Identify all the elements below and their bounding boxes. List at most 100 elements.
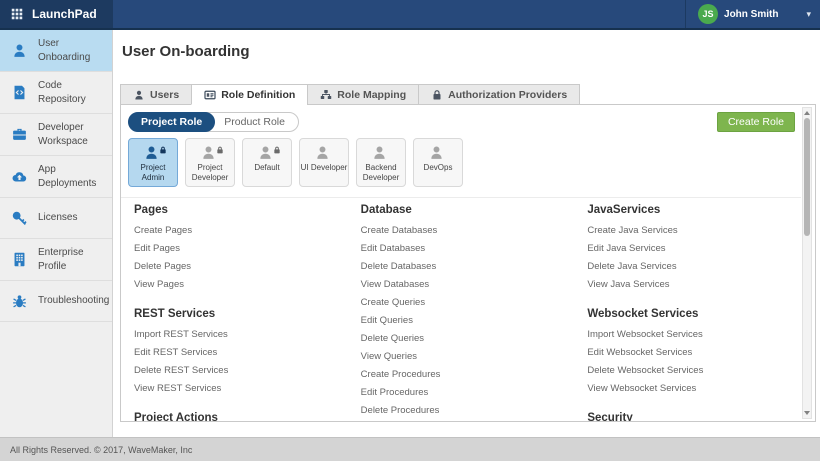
permissions-column-2: DatabaseCreate DatabasesEdit DatabasesDe… xyxy=(348,197,575,421)
permission-item: Edit Databases xyxy=(361,239,575,257)
permission-item: View Queries xyxy=(361,347,575,365)
apps-grid-icon xyxy=(10,7,24,21)
scroll-up-button[interactable] xyxy=(804,111,810,115)
bug-icon xyxy=(0,293,38,310)
permission-item: Delete Pages xyxy=(134,257,348,275)
briefcase-icon xyxy=(0,126,38,143)
main-content: User On-boarding Users Role Definition R… xyxy=(113,30,820,437)
user-icon xyxy=(143,144,160,161)
user-icon xyxy=(314,144,331,161)
tab-bar: Users Role Definition Role Mapping Autho… xyxy=(120,84,579,105)
permission-item: View Java Services xyxy=(587,275,801,293)
tab-users[interactable]: Users xyxy=(120,84,192,105)
code-file-icon xyxy=(0,84,38,101)
tab-label: Role Mapping xyxy=(337,89,406,101)
app-title: LaunchPad xyxy=(32,7,97,21)
permission-item: Edit Procedures xyxy=(361,383,575,401)
tab-role-definition[interactable]: Role Definition xyxy=(191,84,308,105)
scrollbar-thumb[interactable] xyxy=(804,118,810,236)
role-card-label: Default xyxy=(254,163,279,173)
user-icon xyxy=(257,144,274,161)
sidebar-item-label: Developer Workspace xyxy=(38,121,110,148)
sidebar-item-label: Enterprise Profile xyxy=(38,246,110,273)
user-icon xyxy=(371,144,388,161)
role-definition-panel: Project Role Product Role Create Role Pr… xyxy=(120,104,816,422)
role-card-label: DevOps xyxy=(424,163,453,173)
permission-section-title: JavaServices xyxy=(587,204,801,216)
app-logo[interactable]: LaunchPad xyxy=(0,0,113,28)
sidebar-item-app-deployments[interactable]: App Deployments xyxy=(0,156,112,198)
permission-item: Import Websocket Services xyxy=(587,325,801,343)
role-card-devops[interactable]: DevOps xyxy=(413,138,463,187)
permission-item: Create Queries xyxy=(361,293,575,311)
permission-item: Edit Java Services xyxy=(587,239,801,257)
lock-icon xyxy=(273,141,281,159)
sidebar-item-label: User Onboarding xyxy=(38,37,110,64)
building-icon xyxy=(0,251,38,268)
permission-item: View Databases xyxy=(361,275,575,293)
permission-section-title: Security xyxy=(587,412,801,421)
scroll-down-button[interactable] xyxy=(804,411,810,415)
sidebar-item-label: Licenses xyxy=(38,211,79,225)
sidebar-item-user-onboarding[interactable]: User Onboarding xyxy=(0,30,112,72)
vertical-scrollbar[interactable] xyxy=(802,107,812,419)
role-card-label: UI Developer xyxy=(301,163,348,173)
permission-item: Create Java Services xyxy=(587,221,801,239)
page-title: User On-boarding xyxy=(122,43,250,60)
avatar: JS xyxy=(698,4,718,24)
permission-item: Delete REST Services xyxy=(134,361,348,379)
role-card-project-admin[interactable]: Project Admin xyxy=(128,138,178,187)
permission-item: View Pages xyxy=(134,275,348,293)
user-menu[interactable]: JS John Smith ▾ xyxy=(685,0,820,28)
footer: All Rights Reserved. © 2017, WaveMaker, … xyxy=(0,437,820,461)
permission-section-title: Websocket Services xyxy=(587,308,801,320)
sidebar-item-developer-workspace[interactable]: Developer Workspace xyxy=(0,114,112,156)
sidebar-item-licenses[interactable]: Licenses xyxy=(0,198,112,239)
role-card-label: Project Admin xyxy=(129,163,177,183)
cloud-upload-icon xyxy=(0,168,38,185)
permission-item: Edit Websocket Services xyxy=(587,343,801,361)
role-card-backend-developer[interactable]: Backend Developer xyxy=(356,138,406,187)
tab-role-mapping[interactable]: Role Mapping xyxy=(307,84,419,105)
permissions-area: PagesCreate PagesEdit PagesDelete PagesV… xyxy=(121,197,801,421)
sidebar-item-troubleshooting[interactable]: Troubleshooting xyxy=(0,281,112,322)
toggle-project-role[interactable]: Project Role xyxy=(128,112,215,132)
tab-label: Role Definition xyxy=(221,89,295,101)
permissions-column-1: PagesCreate PagesEdit PagesDelete PagesV… xyxy=(121,197,348,421)
user-icon xyxy=(0,42,38,59)
toggle-product-role[interactable]: Product Role xyxy=(203,112,299,132)
permission-section-title: Project Actions xyxy=(134,412,348,421)
permissions-column-3: JavaServices Create Java ServicesEdit Jav… xyxy=(574,197,801,421)
permission-section-title: REST Services xyxy=(134,308,348,320)
permission-item: Edit Pages xyxy=(134,239,348,257)
user-icon xyxy=(133,89,145,101)
lock-icon xyxy=(159,141,167,159)
user-icon xyxy=(200,144,217,161)
permission-item: Create Procedures xyxy=(361,365,575,383)
chevron-down-icon: ▾ xyxy=(806,9,811,20)
tab-label: Authorization Providers xyxy=(448,89,567,101)
lock-icon xyxy=(431,89,443,101)
sidebar-item-label: App Deployments xyxy=(38,163,110,190)
sidebar-item-enterprise-profile[interactable]: Enterprise Profile xyxy=(0,239,112,281)
permission-item: Delete Procedures xyxy=(361,401,575,419)
copyright-text: All Rights Reserved. © 2017, WaveMaker, … xyxy=(10,445,192,455)
permission-item: Delete Websocket Services xyxy=(587,361,801,379)
top-navbar: LaunchPad JS John Smith ▾ xyxy=(0,0,820,30)
create-role-button[interactable]: Create Role xyxy=(717,112,795,132)
permission-section-title: Database xyxy=(361,204,575,216)
user-icon xyxy=(428,144,445,161)
role-card-default[interactable]: Default xyxy=(242,138,292,187)
id-card-icon xyxy=(204,89,216,101)
permission-item: Edit REST Services xyxy=(134,343,348,361)
sidebar-item-label: Code Repository xyxy=(38,79,110,106)
lock-icon xyxy=(216,141,224,159)
key-icon xyxy=(0,210,38,227)
tab-authorization-providers[interactable]: Authorization Providers xyxy=(418,84,580,105)
permission-section-title: Pages xyxy=(134,204,348,216)
role-card-label: Project Developer xyxy=(186,163,234,183)
sidebar-item-code-repository[interactable]: Code Repository xyxy=(0,72,112,114)
role-card-ui-developer[interactable]: UI Developer xyxy=(299,138,349,187)
permission-item: View Websocket Services xyxy=(587,379,801,397)
role-card-project-developer[interactable]: Project Developer xyxy=(185,138,235,187)
